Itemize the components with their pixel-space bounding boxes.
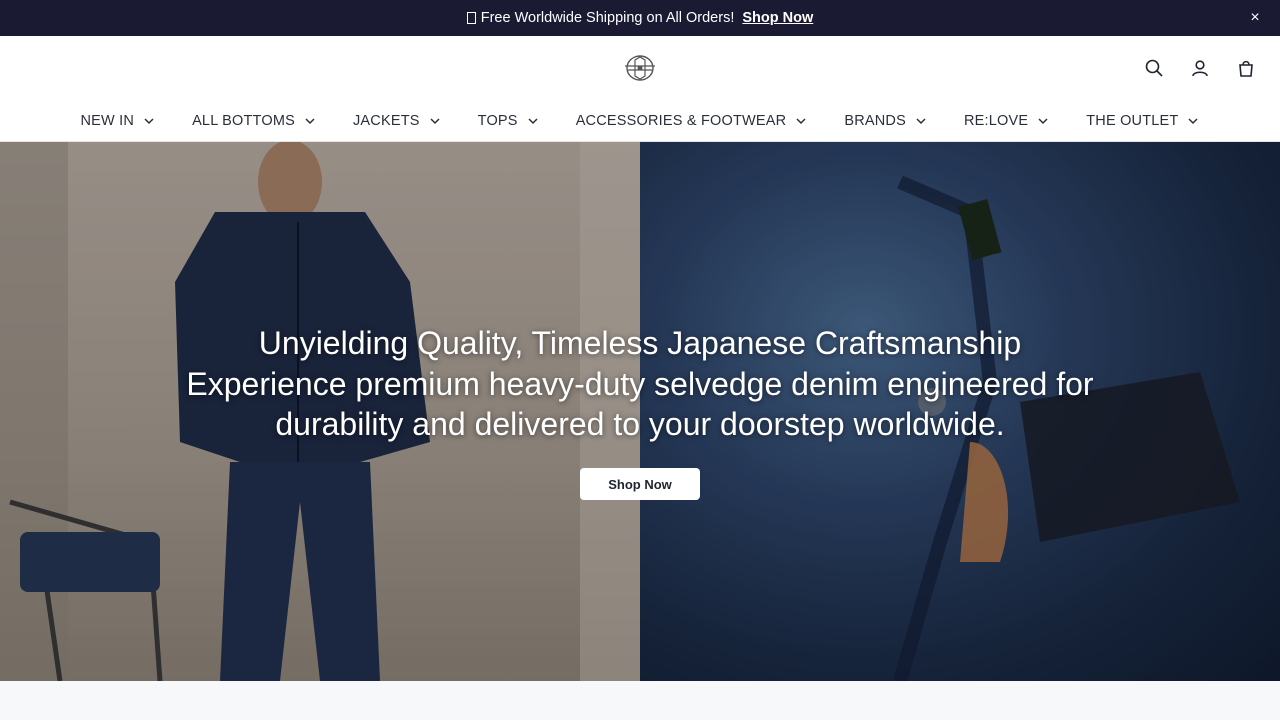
hero-title: Unyielding Quality, Timeless Japanese Cr… (258, 325, 1022, 361)
nav-item-label: ACCESSORIES & FOOTWEAR (575, 112, 787, 129)
chevron-down-icon (1188, 117, 1199, 124)
chevron-down-icon (305, 117, 315, 124)
nav-item-label: JACKETS (352, 112, 420, 129)
nav-item-label: NEW IN (80, 112, 135, 129)
announcement-shop-now-link[interactable]: Shop Now (742, 10, 813, 26)
nav-item-label: RE:LOVE (963, 112, 1029, 129)
next-section (0, 681, 1280, 720)
hero-banner: Unyielding Quality, Timeless Japanese Cr… (0, 142, 1280, 681)
account-icon[interactable] (1190, 56, 1210, 80)
chevron-down-icon (1038, 117, 1048, 124)
nav-item-tops[interactable]: TOPS (478, 113, 539, 129)
header-actions (1144, 56, 1256, 80)
main-nav: NEW IN ALL BOTTOMS JACKETS TOPS ACCESSOR… (0, 100, 1280, 142)
chevron-down-icon (916, 117, 926, 124)
chevron-down-icon (144, 117, 154, 124)
hero-text-block: Unyielding Quality, Timeless Japanese Cr… (140, 322, 1140, 444)
nav-item-the-outlet[interactable]: THE OUTLET (1086, 113, 1199, 129)
chevron-down-icon (430, 117, 440, 124)
nav-item-label: TOPS (477, 112, 518, 129)
cart-icon[interactable] (1236, 56, 1256, 80)
brand-logo-emblem-icon (625, 55, 655, 81)
nav-item-all-bottoms[interactable]: ALL BOTTOMS (192, 113, 316, 129)
announcement-bar: Free Worldwide Shipping on All Orders! S… (0, 0, 1280, 36)
search-icon[interactable] (1144, 56, 1164, 80)
chevron-down-icon (528, 117, 538, 124)
nav-item-label: ALL BOTTOMS (192, 112, 295, 129)
announcement-message: Free Worldwide Shipping on All Orders! (480, 10, 735, 26)
nav-item-accessories-footwear[interactable]: ACCESSORIES & FOOTWEAR (576, 113, 808, 129)
chevron-down-icon (796, 117, 806, 124)
nav-item-brands[interactable]: BRANDS (844, 113, 927, 129)
nav-item-new-in[interactable]: NEW IN (81, 113, 156, 129)
nav-item-label: THE OUTLET (1086, 112, 1179, 129)
hero-subtitle: Experience premium heavy-duty selvedge d… (186, 366, 1094, 442)
brand-logo[interactable] (622, 52, 658, 84)
truck-icon (466, 12, 476, 24)
nav-item-label: BRANDS (844, 112, 906, 129)
close-icon[interactable]: × (1246, 9, 1264, 27)
nav-item-jackets[interactable]: JACKETS (353, 113, 441, 129)
site-header (0, 36, 1280, 100)
nav-item-relove[interactable]: RE:LOVE (964, 113, 1049, 129)
hero-shop-now-button[interactable]: Shop Now (580, 468, 700, 500)
